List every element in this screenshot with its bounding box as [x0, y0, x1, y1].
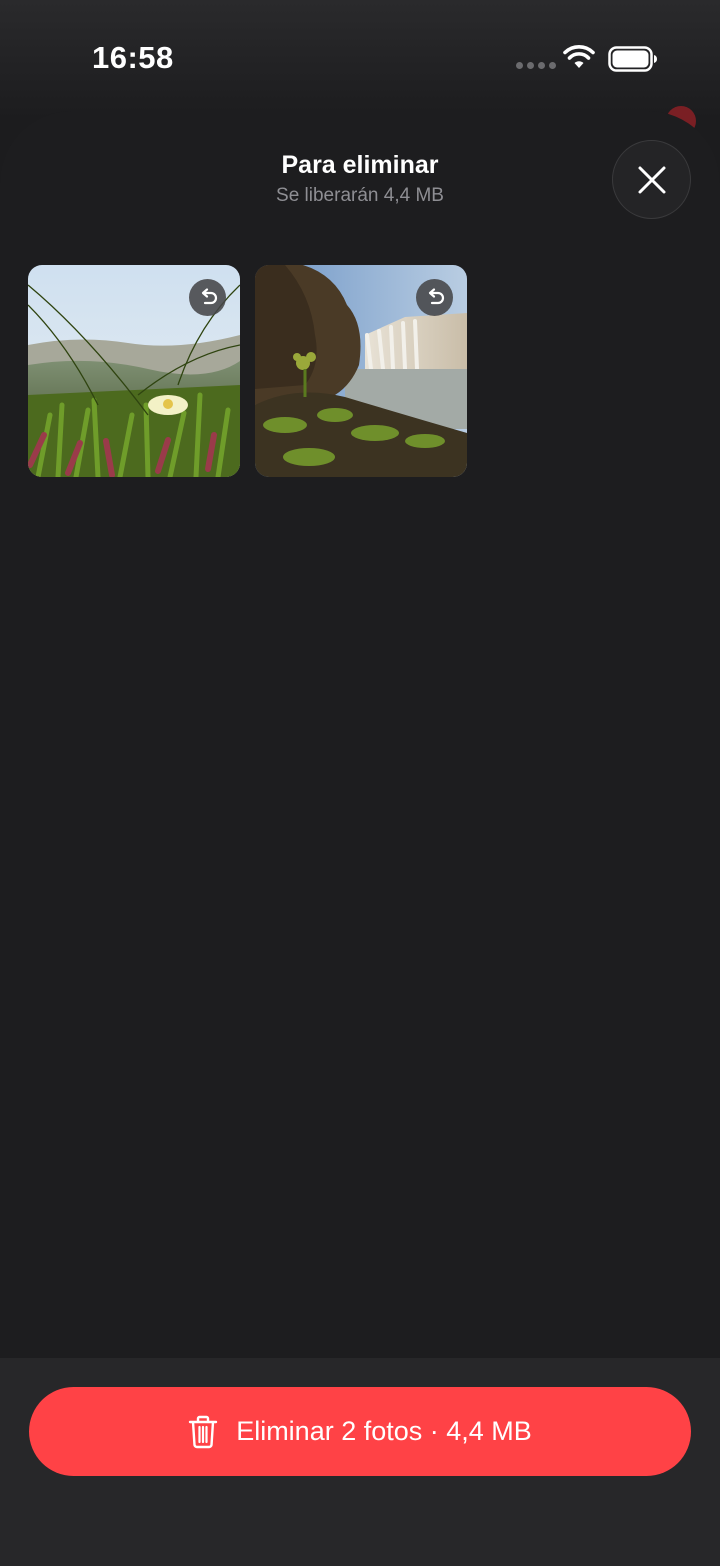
screen: 16:58 Para eliminar Se liberarán 4,4 MB: [0, 0, 720, 1566]
delete-photos-button[interactable]: Eliminar 2 fotos · 4,4 MB: [29, 1387, 691, 1476]
trash-icon: [188, 1415, 218, 1448]
photo-thumbnail[interactable]: [28, 265, 240, 477]
close-icon: [638, 166, 665, 193]
status-time: 16:58: [92, 40, 174, 75]
undo-icon: [428, 287, 444, 304]
undo-button[interactable]: [416, 279, 453, 316]
undo-icon: [201, 287, 217, 304]
wifi-icon: [563, 45, 595, 68]
signal-dots-icon: [516, 62, 556, 69]
status-bar: 16:58: [0, 0, 720, 110]
photo-thumbnail[interactable]: [255, 265, 467, 477]
delete-sheet: Para eliminar Se liberarán 4,4 MB: [0, 111, 720, 1566]
battery-icon: [608, 46, 657, 72]
delete-button-label: Eliminar 2 fotos · 4,4 MB: [236, 1416, 532, 1446]
photo-grid: [28, 265, 467, 477]
bottom-action-bar: Eliminar 2 fotos · 4,4 MB: [0, 1358, 720, 1566]
undo-button[interactable]: [189, 279, 226, 316]
close-button[interactable]: [612, 140, 691, 219]
